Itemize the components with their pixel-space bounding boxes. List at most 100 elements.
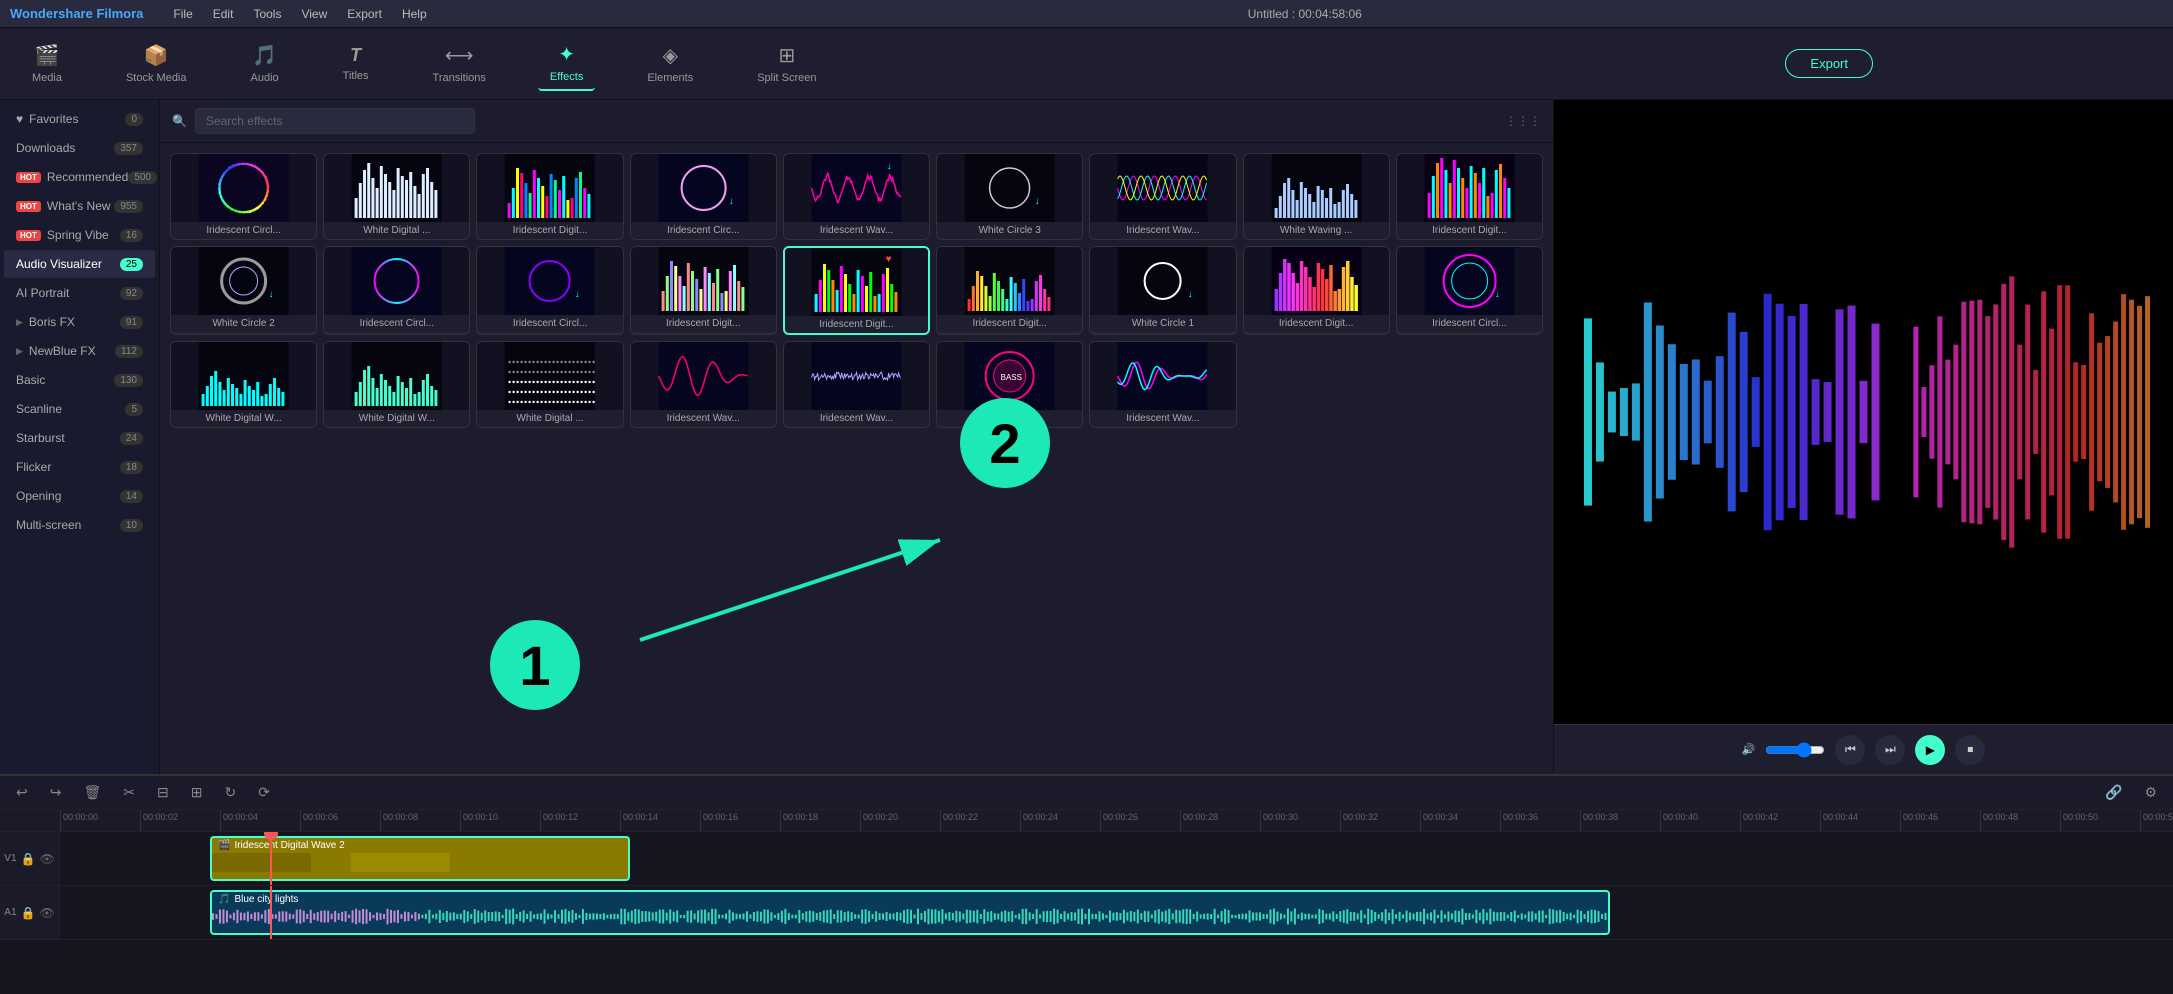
undo-button[interactable]: ↩ xyxy=(10,781,34,804)
effect-card-wave_irid4[interactable]: Iridescent Wav... xyxy=(783,341,930,428)
prev-frame-button[interactable]: ⏮ xyxy=(1835,735,1865,765)
toolbar-stock[interactable]: 📦 Stock Media xyxy=(114,37,199,90)
menu-view[interactable]: View xyxy=(301,7,327,21)
starburst-label: Starburst xyxy=(16,431,65,445)
refresh-button[interactable]: ⟳ xyxy=(252,781,276,804)
ruler-mark: 00:00:16 xyxy=(700,810,780,831)
sidebar-item-aiportrait[interactable]: AI Portrait 92 xyxy=(4,279,155,307)
sidebar-item-opening[interactable]: Opening 14 xyxy=(4,482,155,510)
sidebar-item-starburst[interactable]: Starburst 24 xyxy=(4,424,155,452)
effect-card-wave_white[interactable]: White Waving ... xyxy=(1243,153,1390,240)
lock-icon-2[interactable]: 🔒 xyxy=(21,906,36,920)
eye-icon-2[interactable]: 👁 xyxy=(39,906,54,920)
main-toolbar: 🎬 Media 📦 Stock Media 🎵 Audio T Titles ⟷… xyxy=(0,28,2173,100)
sidebar-item-newbluefx[interactable]: ▶ NewBlue FX 112 xyxy=(4,337,155,365)
sidebar-item-scanline[interactable]: Scanline 5 xyxy=(4,395,155,423)
hot-badge-2: HOT xyxy=(16,201,41,212)
toolbar-media[interactable]: 🎬 Media xyxy=(20,37,74,90)
toolbar-splitscreen[interactable]: ⊞ Split Screen xyxy=(745,37,828,90)
preview-controls: 🔊 ⏮ ⏭ ▶ ⏹ xyxy=(1554,724,2173,774)
effect-card-circle_irid5[interactable]: ↓Iridescent Circl... xyxy=(1396,246,1543,335)
settings-button[interactable]: ⚙ xyxy=(2138,781,2163,804)
effect-card-wave_irid3[interactable]: Iridescent Wav... xyxy=(630,341,777,428)
volume-slider[interactable]: 🔊 xyxy=(1742,743,1756,756)
effect-card-bars_irid6[interactable]: Iridescent Digit... xyxy=(1243,246,1390,335)
effect-card-circle_irid2[interactable]: ↓Iridescent Circ... xyxy=(630,153,777,240)
toolbar-audio[interactable]: 🎵 Audio xyxy=(239,37,291,90)
effect-card-bars_irid3[interactable]: Iridescent Digit... xyxy=(630,246,777,335)
timeline: ↩ ↪ 🗑 ✂ ⊟ ⊞ ↻ ⟳ 🔗 ⚙ 00:00:0000:00:0200:0… xyxy=(0,774,2173,994)
video-track-label: V1 xyxy=(4,853,16,864)
sidebar-item-flicker[interactable]: Flicker 18 xyxy=(4,453,155,481)
next-frame-button[interactable]: ⏭ xyxy=(1875,735,1905,765)
effect-card-wave_irid2[interactable]: Iridescent Wav... xyxy=(1089,153,1236,240)
effect-card-wave_irid[interactable]: ↓Iridescent Wav... xyxy=(783,153,930,240)
effect-card-circle_white1[interactable]: ↓White Circle 1 xyxy=(1089,246,1236,335)
sidebar-item-audiovisualizer[interactable]: Audio Visualizer 25 xyxy=(4,250,155,278)
effect-card-circle_white2[interactable]: ↓White Circle 2 xyxy=(170,246,317,335)
volume-range[interactable] xyxy=(1765,742,1825,758)
add-button[interactable]: ⊞ xyxy=(185,781,209,804)
menu-file[interactable]: File xyxy=(173,7,192,21)
effect-card-bars_irid[interactable]: Iridescent Digit... xyxy=(476,153,623,240)
audio-clip[interactable]: 🎵 Blue city lights xyxy=(210,890,1610,935)
redo-button[interactable]: ↪ xyxy=(44,781,68,804)
cut-button[interactable]: ✂ xyxy=(117,781,141,804)
downloads-label: Downloads xyxy=(16,141,75,155)
effect-card-bars_wdw[interactable]: White Digital W... xyxy=(170,341,317,428)
menu-help[interactable]: Help xyxy=(402,7,427,21)
grid-options-icon[interactable]: ⋮⋮⋮ xyxy=(1505,114,1541,128)
multiscreen-count: 10 xyxy=(120,519,143,532)
effect-card-circle_irid3[interactable]: Iridescent Circl... xyxy=(323,246,470,335)
sidebar-item-basic[interactable]: Basic 130 xyxy=(4,366,155,394)
effect-label: Iridescent Circl... xyxy=(324,315,469,332)
ruler-mark: 00:00:00 xyxy=(60,810,140,831)
timeline-ruler[interactable]: 00:00:0000:00:0200:00:0400:00:0600:00:08… xyxy=(0,810,2173,832)
effect-card-bars_white[interactable]: White Digital ... xyxy=(323,153,470,240)
effect-thumbnail xyxy=(784,342,929,410)
sidebar-item-borisfx[interactable]: ▶ Boris FX 91 xyxy=(4,308,155,336)
eye-icon[interactable]: 👁 xyxy=(39,852,54,866)
effect-card-bars_irid2[interactable]: Iridescent Digit... xyxy=(1396,153,1543,240)
effect-card-circle_irid[interactable]: Iridescent Circl... xyxy=(170,153,317,240)
effect-card-bars_wdw2[interactable]: White Digital W... xyxy=(323,341,470,428)
sidebar-item-springvibe[interactable]: HOT Spring Vibe 16 xyxy=(4,221,155,249)
menu-export[interactable]: Export xyxy=(347,7,382,21)
effect-card-bass[interactable]: BASSBass Drops 1 xyxy=(936,341,1083,428)
ruler-mark: 00:00:02 xyxy=(140,810,220,831)
play-button[interactable]: ▶ xyxy=(1915,735,1945,765)
link-button[interactable]: 🔗 xyxy=(2099,781,2128,804)
sidebar-item-whatsnew[interactable]: HOT What's New 955 xyxy=(4,192,155,220)
export-button[interactable]: Export xyxy=(1785,49,1873,78)
toolbar-effects[interactable]: ✦ Effects xyxy=(538,36,595,91)
sidebar-item-recommended[interactable]: HOT Recommended 500 xyxy=(4,163,155,191)
sidebar-item-favorites[interactable]: ♥ Favorites 0 xyxy=(4,105,155,133)
video-clip[interactable]: 🎬 Iridescent Digital Wave 2 xyxy=(210,836,630,881)
effect-thumbnail: ↓ xyxy=(477,247,622,315)
effect-card-circle_irid4[interactable]: ↓Iridescent Circl... xyxy=(476,246,623,335)
lock-icon[interactable]: 🔒 xyxy=(21,852,36,866)
menu-tools[interactable]: Tools xyxy=(253,7,281,21)
effect-card-bars_irid4[interactable]: ♥Iridescent Digit... xyxy=(783,246,930,335)
toolbar-titles[interactable]: T Titles xyxy=(331,39,381,88)
search-input[interactable] xyxy=(195,108,475,134)
menu-edit[interactable]: Edit xyxy=(213,7,234,21)
effect-card-bars_irid5[interactable]: Iridescent Digit... xyxy=(936,246,1083,335)
split-button[interactable]: ⊟ xyxy=(151,781,175,804)
sidebar-item-multiscreen[interactable]: Multi-screen 10 xyxy=(4,511,155,539)
effect-card-bars_wd3[interactable]: White Digital ... xyxy=(476,341,623,428)
effect-card-wave_irid5[interactable]: Iridescent Wav... xyxy=(1089,341,1236,428)
effect-label: White Circle 3 xyxy=(937,222,1082,239)
sidebar-item-downloads[interactable]: Downloads 357 xyxy=(4,134,155,162)
stop-button[interactable]: ⏹ xyxy=(1955,735,1985,765)
timeline-tracks: V1 🔒 👁 🎬 Iridescent Digital Wave 2 xyxy=(0,832,2173,994)
delete-button[interactable]: 🗑 xyxy=(77,781,107,804)
rotate-button[interactable]: ↻ xyxy=(218,781,242,804)
toolbar-elements[interactable]: ◈ Elements xyxy=(635,37,705,90)
newbluefx-label: NewBlue FX xyxy=(29,344,96,358)
effect-label: Iridescent Wav... xyxy=(1090,410,1235,427)
svg-text:↓: ↓ xyxy=(886,161,891,172)
playhead[interactable] xyxy=(270,832,272,885)
toolbar-transitions[interactable]: ⟷ Transitions xyxy=(421,37,498,90)
effect-card-circle_white3[interactable]: ↓White Circle 3 xyxy=(936,153,1083,240)
